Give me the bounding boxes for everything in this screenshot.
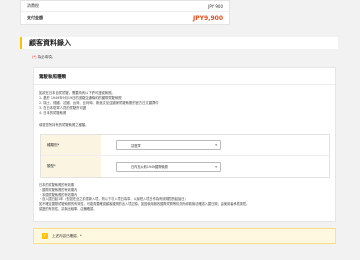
license-format-value: 日內瓦公約1949國際執照 [131,165,168,169]
required-star: (*) [32,55,37,59]
tax-value: JPY 900 [208,3,223,9]
tax-row: 消費稅 JPY 900 [21,1,229,12]
license-prompt: 填選您所持有的駕駛執照之種類。 [39,123,89,127]
confirm-box: ✓ 上述內容已確認。* [33,228,336,244]
license-card: 駕駛執照種類 如欲在日本自駕駕駛，需要持有以下許可證或執照。 1. 基於 194… [33,67,336,222]
confirm-checkbox[interactable]: ✓ [42,233,48,239]
license-type-value: 請選擇 [131,143,141,148]
license-type-select[interactable]: 請選擇 ▾ [116,140,221,150]
license-requirements: 如欲在日本自駕駕駛，需要持有以下許可證或執照。 1. 基於 1949年9月19日… [39,91,330,116]
license-format-row: 類型* 日內瓦公約1949國際執照 ▾ [41,156,329,177]
checkmark-icon: ✓ [42,232,48,239]
total-value: JPY9,900 [193,14,223,22]
total-label: 支付金額 [27,15,43,20]
tax-label: 消費稅 [27,3,39,8]
license-format-select[interactable]: 日內瓦公約1949國際執照 ▾ [116,161,221,172]
requirement-line: 4. 日本的駕駛執照 [39,111,67,115]
chevron-down-icon: ▾ [215,164,217,169]
license-title: 駕駛執照種類 [39,75,66,80]
required-note: (*) 為必填項。 [32,55,55,60]
license-form: 種類別* 請選擇 ▾ 類型* 日內瓦公約1949國際執照 ▾ [40,134,330,178]
section-title: 顧客資料錄入 [20,37,338,49]
note-line: 認證的有效性，請與出租車、店舖確認。 [39,206,97,211]
license-type-label: 種類別* [41,135,101,155]
card-divider [34,84,335,85]
payment-summary: 消費稅 JPY 900 支付金額 JPY9,900 [20,0,230,25]
chevron-down-icon: ▾ [215,143,217,147]
license-format-label: 類型* [41,156,101,177]
total-row: 支付金額 JPY9,900 [21,12,229,24]
required-text: 為必填項。 [37,55,56,59]
confirm-label: 上述內容已確認。* [52,233,82,238]
license-notes: 日本的駕駛執照的有效期 ・國際駕駛執照的有效期內 ・本國駕駛執照的有效期內 ・自… [39,183,330,212]
license-type-row: 種類別* 請選擇 ▾ [41,135,329,156]
